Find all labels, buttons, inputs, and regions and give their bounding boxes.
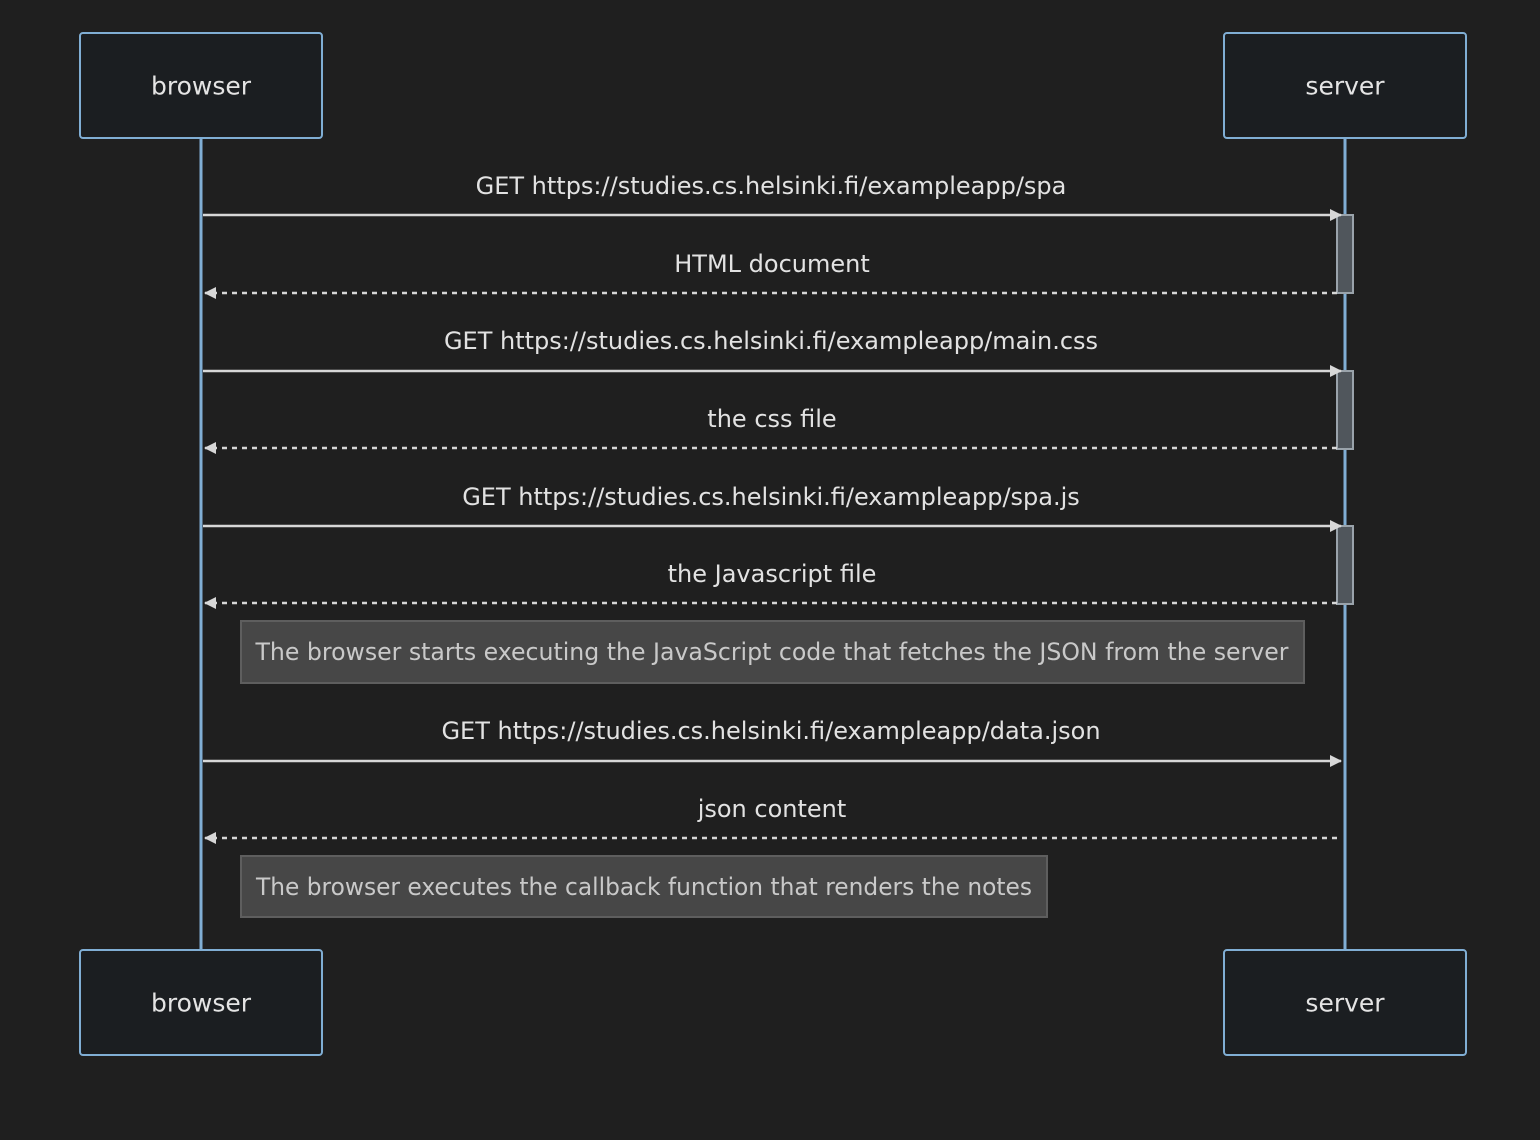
actor-label: server (1305, 72, 1385, 101)
sequence-diagram: browser server browser server GET https:… (79, 32, 1467, 1056)
note-label: The browser starts executing the JavaScr… (255, 638, 1289, 666)
actor-browser-top: browser (79, 32, 323, 139)
message-label: json content (697, 795, 847, 823)
message-label: GET https://studies.cs.helsinki.fi/examp… (444, 327, 1098, 355)
message-label: HTML document (674, 250, 870, 278)
message-json-content: json content (204, 795, 1337, 844)
actor-label: server (1305, 989, 1385, 1018)
message-label: the Javascript file (668, 560, 877, 588)
message-label: GET https://studies.cs.helsinki.fi/examp… (462, 483, 1080, 511)
message-label: the css file (707, 405, 836, 433)
message-get-spa-js: GET https://studies.cs.helsinki.fi/examp… (203, 483, 1342, 532)
actor-server-bottom: server (1223, 949, 1467, 1056)
actor-label: browser (151, 989, 252, 1018)
message-get-spa: GET https://studies.cs.helsinki.fi/examp… (203, 172, 1342, 221)
server-activation-bar (1336, 525, 1354, 605)
note-callback-renders-notes: The browser executes the callback functi… (240, 855, 1048, 918)
message-javascript-file: the Javascript file (204, 560, 1337, 609)
note-label: The browser executes the callback functi… (255, 873, 1032, 901)
message-css-file: the css file (204, 405, 1337, 454)
actor-server-top: server (1223, 32, 1467, 139)
message-label: GET https://studies.cs.helsinki.fi/examp… (441, 717, 1100, 745)
message-label: GET https://studies.cs.helsinki.fi/examp… (476, 172, 1067, 200)
note-executing-javascript: The browser starts executing the JavaScr… (240, 620, 1305, 684)
message-get-main-css: GET https://studies.cs.helsinki.fi/examp… (203, 327, 1342, 377)
message-html-document: HTML document (204, 250, 1337, 299)
message-get-data-json: GET https://studies.cs.helsinki.fi/examp… (203, 717, 1342, 767)
server-activation-bar (1336, 370, 1354, 450)
server-activation-bar (1336, 214, 1354, 294)
actor-browser-bottom: browser (79, 949, 323, 1056)
actor-label: browser (151, 72, 252, 101)
